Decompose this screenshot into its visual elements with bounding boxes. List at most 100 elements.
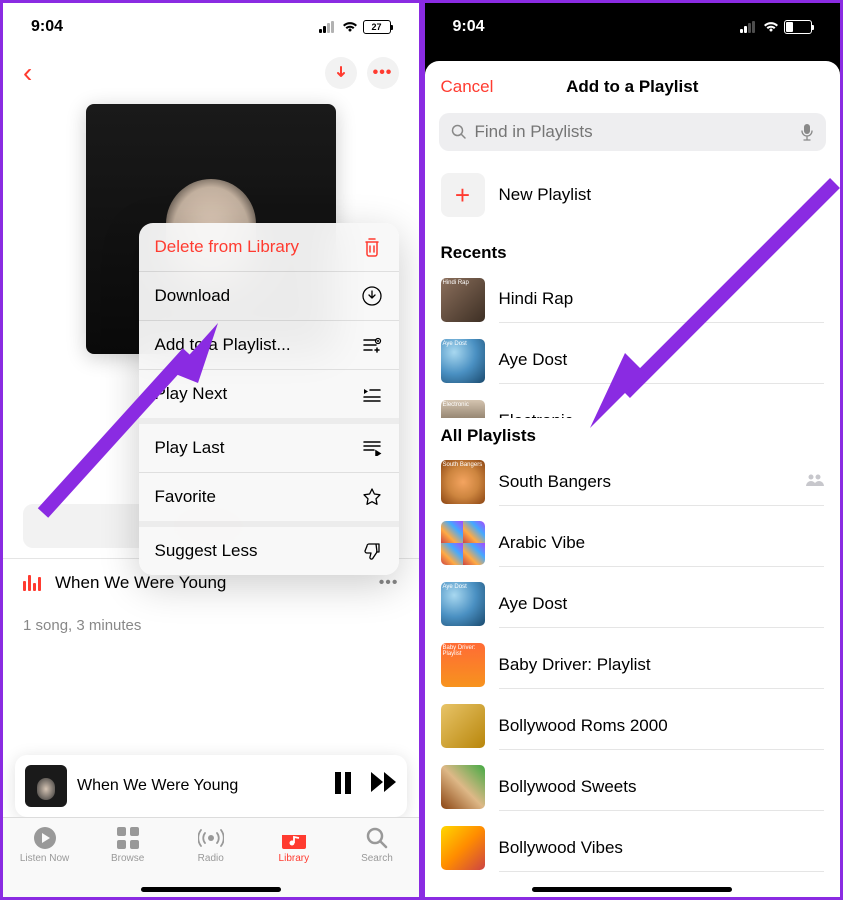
home-indicator[interactable]	[532, 887, 732, 892]
playlist-art: Aye Dost	[441, 339, 485, 383]
status-bar: 9:04 27	[425, 3, 841, 47]
playlist-name: Baby Driver: Playlist	[499, 655, 651, 675]
shared-icon	[806, 473, 824, 490]
menu-add-playlist[interactable]: Add to a Playlist...	[139, 321, 399, 370]
playlist-art	[441, 765, 485, 809]
playlist-item[interactable]: Aye Dost Aye Dost	[425, 330, 841, 391]
all-playlists-header: All Playlists	[425, 418, 841, 452]
download-button[interactable]	[325, 57, 357, 89]
next-button[interactable]	[371, 772, 397, 800]
context-menu: Delete from Library Download Add to a Pl…	[139, 223, 399, 575]
search-bar[interactable]	[439, 113, 827, 151]
playlist-art	[441, 826, 485, 870]
grid-icon	[117, 826, 139, 850]
playlist-item[interactable]: Hindi RapHindi Rap	[425, 269, 841, 330]
menu-play-next-label: Play Next	[155, 384, 228, 404]
tab-library[interactable]: Library	[252, 826, 335, 864]
menu-play-last-label: Play Last	[155, 438, 225, 458]
status-bar: 9:04 27	[3, 3, 419, 47]
playlist-art: Baby Driver: Playlist	[441, 643, 485, 687]
now-playing-bars-icon	[23, 575, 41, 591]
menu-play-next[interactable]: Play Next	[139, 370, 399, 424]
playlist-item[interactable]: Bollywood Roms 2000	[425, 696, 841, 757]
tab-search[interactable]: Search	[335, 826, 418, 864]
thumbs-down-icon	[361, 540, 383, 562]
library-icon	[282, 826, 306, 850]
playlist-art	[441, 704, 485, 748]
playlist-name: Bollywood Roms 2000	[499, 716, 668, 736]
wifi-icon	[763, 21, 779, 33]
playlist-art: South Bangers	[441, 460, 485, 504]
search-input[interactable]	[475, 122, 793, 142]
cellular-icon	[319, 21, 337, 33]
playlist-name: Bollywood Vibes	[499, 838, 623, 858]
all-playlists-list: South Bangers South Bangers Arabic Vibe Aye…	[425, 452, 841, 898]
playlist-item[interactable]: Baby Driver: Playlist Baby Driver: Playli…	[425, 635, 841, 696]
playlist-item[interactable]: Bollywood Sweets	[425, 757, 841, 818]
add-to-list-icon	[361, 334, 383, 356]
dictation-icon[interactable]	[800, 123, 814, 141]
sheet-title: Add to a Playlist	[566, 77, 698, 97]
menu-delete[interactable]: Delete from Library	[139, 223, 399, 272]
tab-listen-now[interactable]: Listen Now	[3, 826, 86, 864]
new-playlist-label: New Playlist	[499, 185, 592, 205]
track-more-button[interactable]: •••	[379, 574, 399, 592]
playlist-name: Aye Dost	[499, 350, 568, 370]
status-icons: 27	[740, 20, 812, 34]
now-playing-art	[25, 765, 67, 807]
cellular-icon	[740, 21, 758, 33]
back-button[interactable]: ‹	[23, 57, 32, 89]
menu-add-playlist-label: Add to a Playlist...	[155, 335, 291, 355]
menu-favorite-label: Favorite	[155, 487, 216, 507]
tab-radio[interactable]: Radio	[169, 826, 252, 864]
playlist-name: Aye Dost	[499, 594, 568, 614]
download-arrow-icon	[334, 66, 348, 80]
menu-delete-label: Delete from Library	[155, 237, 300, 257]
more-icon: •••	[373, 64, 393, 82]
pause-button[interactable]	[333, 772, 353, 800]
playlist-name: Arabic Vibe	[499, 533, 586, 553]
nav-bar: ‹ •••	[3, 47, 419, 99]
left-screenshot: 9:04 27 ‹ ••• Delete from Library Downlo…	[0, 0, 422, 900]
status-time: 9:04	[453, 18, 485, 36]
playlist-item[interactable]: Bollywood Vibes	[425, 818, 841, 879]
recents-header: Recents	[425, 235, 841, 269]
sheet-header: Cancel Add to a Playlist	[425, 61, 841, 113]
playlist-item[interactable]: ElectronicElectronic	[425, 391, 841, 418]
menu-download[interactable]: Download	[139, 272, 399, 321]
right-screenshot: 9:04 27 Cancel Add to a Playlist + New P…	[422, 0, 843, 900]
status-icons: 27	[319, 20, 391, 34]
playlist-item[interactable]: Aye Dost Aye Dost	[425, 574, 841, 635]
now-playing-title: When We Were Young	[77, 777, 323, 795]
battery-icon: 27	[784, 20, 812, 34]
status-time: 9:04	[31, 18, 63, 36]
playlist-name: Bollywood Sweets	[499, 777, 637, 797]
menu-suggest-less[interactable]: Suggest Less	[139, 527, 399, 575]
menu-suggest-less-label: Suggest Less	[155, 541, 258, 561]
playlist-item[interactable]: Arabic Vibe	[425, 513, 841, 574]
now-playing-bar[interactable]: When We Were Young	[15, 755, 407, 817]
home-indicator[interactable]	[141, 887, 281, 892]
add-to-playlist-sheet: Cancel Add to a Playlist + New Playlist …	[425, 61, 841, 897]
search-icon	[451, 124, 467, 140]
trash-icon	[361, 236, 383, 258]
new-playlist-button[interactable]: + New Playlist	[425, 163, 841, 235]
more-button[interactable]: •••	[367, 57, 399, 89]
playlist-item[interactable]: South Bangers South Bangers	[425, 452, 841, 513]
playlist-art: Electronic	[441, 400, 485, 418]
star-icon	[361, 486, 383, 508]
menu-favorite[interactable]: Favorite	[139, 473, 399, 527]
track-name: When We Were Young	[55, 573, 365, 593]
play-circle-icon	[33, 826, 57, 850]
play-next-icon	[361, 383, 383, 405]
menu-play-last[interactable]: Play Last	[139, 424, 399, 473]
search-icon	[366, 826, 388, 850]
wifi-icon	[342, 21, 358, 33]
playlist-art: Aye Dost	[441, 582, 485, 626]
cancel-button[interactable]: Cancel	[441, 77, 494, 97]
tab-browse[interactable]: Browse	[86, 826, 169, 864]
song-info: 1 song, 3 minutes	[3, 607, 419, 644]
playlist-name: South Bangers	[499, 472, 611, 492]
playlist-art	[441, 521, 485, 565]
tab-bar: Listen Now Browse Radio Library Search	[3, 817, 419, 897]
